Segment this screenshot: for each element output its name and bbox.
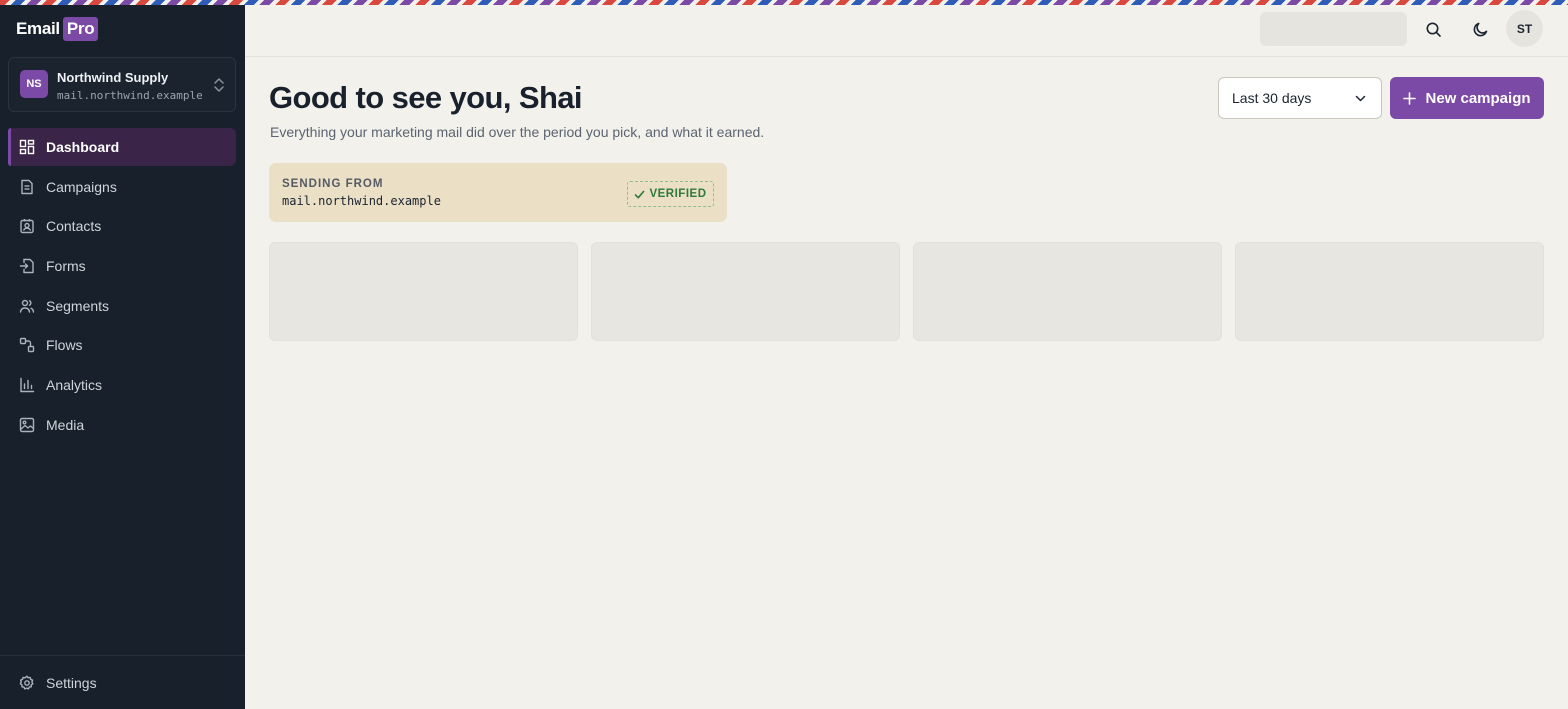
check-icon [635,190,645,198]
gear-icon [19,675,34,690]
search-button[interactable] [1418,14,1448,44]
page-title: Good to see you, Shai [269,80,583,115]
chevron-down-icon [1355,95,1366,102]
sidebar-item-forms[interactable]: Forms [8,247,236,285]
workspace-name: Northwind Supply [57,70,169,85]
stat-card-placeholder [1234,242,1544,341]
brand-logo[interactable]: Email Pro [16,17,99,41]
sidebar-item-label: Forms [46,258,86,275]
user-avatar[interactable]: ST [1506,10,1543,47]
new-campaign-label: New campaign [1425,89,1531,107]
sidebar-item-segments[interactable]: Segments [8,287,236,325]
sidebar-item-dashboard[interactable]: Dashboard [8,128,236,166]
top-bar: ST [245,5,1568,57]
sidebar-item-label: Contacts [46,218,102,235]
plus-icon [1403,91,1417,105]
workspace-switcher[interactable]: NS Northwind Supply mail.northwind.examp… [8,57,236,112]
stat-card-placeholder [912,242,1223,341]
stat-card-placeholder [590,242,901,341]
sending-from-label: SENDING FROM [282,178,384,190]
loading-placeholder [1260,12,1407,46]
sidebar-item-settings[interactable]: Settings [8,664,236,702]
document-icon [21,179,33,194]
date-range-select[interactable]: Last 30 days [1218,77,1382,119]
stat-card-placeholder [269,242,579,341]
sidebar-footer: Settings [0,655,245,691]
image-icon [19,417,35,433]
sidebar-item-label: Dashboard [46,139,120,155]
sidebar-item-label: Campaigns [46,178,117,195]
chevron-up-down-icon [214,78,224,92]
brand-name: Email [16,19,60,38]
sidebar-item-flows[interactable]: Flows [8,326,236,364]
grid-icon [19,139,35,155]
sending-domain: mail.northwind.example [282,194,441,208]
sidebar-item-label: Media [46,416,85,433]
stat-cards-row [269,242,1544,341]
sidebar-item-label: Flows [46,337,83,354]
search-icon [1426,22,1441,37]
new-campaign-button[interactable]: New campaign [1390,77,1544,119]
brand-badge: Pro [62,17,99,41]
sidebar-item-label: Analytics [46,377,103,394]
workspace-domain: mail.northwind.example [57,89,203,102]
status-badge-label: VERIFIED [649,188,707,200]
theme-toggle-button[interactable] [1465,14,1495,44]
contact-card-icon [20,219,34,234]
sidebar: Email Pro NS Northwind Supply mail.north… [0,0,245,709]
sidebar-item-media[interactable]: Media [8,406,236,444]
users-icon [19,299,35,313]
settings-label: Settings [46,675,97,691]
date-range-value: Last 30 days [1232,90,1312,106]
sidebar-item-analytics[interactable]: Analytics [8,366,236,404]
bar-chart-icon [20,377,35,393]
sidebar-item-label: Segments [46,297,110,314]
sending-domain-card: SENDING FROM mail.northwind.example VERI… [269,163,727,222]
flow-icon [19,338,35,353]
sidebar-item-campaigns[interactable]: Campaigns [8,168,236,206]
moon-icon [1473,22,1487,36]
status-badge: VERIFIED [627,181,714,207]
airmail-stripe-border [0,0,1568,5]
sidebar-nav: Dashboard Campaigns Contacts Forms Segme… [8,128,236,446]
sidebar-item-contacts[interactable]: Contacts [8,207,236,245]
workspace-avatar: NS [20,70,48,98]
page-subtitle: Everything your marketing mail did over … [270,124,765,140]
form-enter-icon [19,258,34,274]
